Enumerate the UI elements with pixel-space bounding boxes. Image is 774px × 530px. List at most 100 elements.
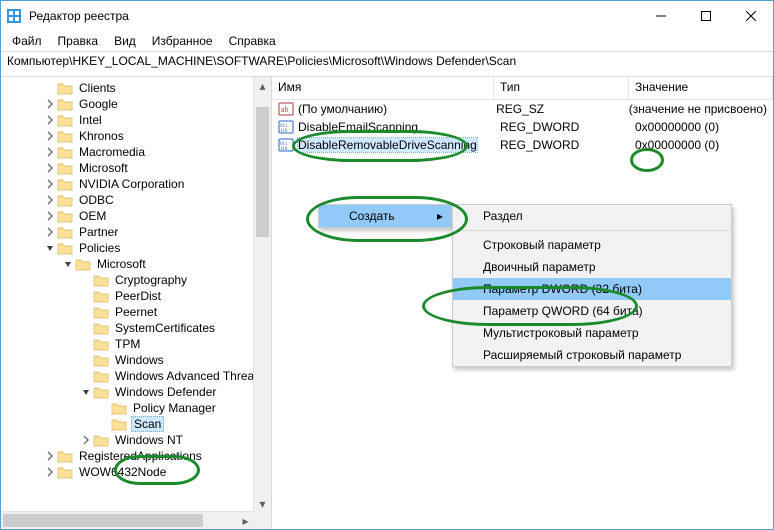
- expand-icon[interactable]: [43, 209, 57, 223]
- list-row[interactable]: ab(По умолчанию)REG_SZ(значение не присв…: [272, 100, 773, 118]
- ctx-item-key[interactable]: Раздел: [453, 205, 731, 227]
- tree-item[interactable]: Windows Advanced Threa: [1, 368, 271, 384]
- tree-item[interactable]: Khronos: [1, 128, 271, 144]
- tree-item[interactable]: Windows: [1, 352, 271, 368]
- tree-item[interactable]: Policy Manager: [1, 400, 271, 416]
- tree-item[interactable]: Clients: [1, 80, 271, 96]
- value-name: DisableEmailScanning: [298, 120, 418, 134]
- folder-icon: [57, 241, 73, 255]
- value-data: 0x00000000 (0): [629, 138, 773, 152]
- ctx-item-create[interactable]: Создать ▸: [319, 205, 451, 227]
- tree-pane[interactable]: ClientsGoogleIntel Khronos Macromedia Micro…: [1, 77, 272, 529]
- tree-item-label: Microsoft: [95, 257, 148, 271]
- col-header-name[interactable]: Имя: [272, 77, 494, 99]
- minimize-button[interactable]: [638, 2, 683, 31]
- tree-spacer: [79, 337, 93, 351]
- menu-file[interactable]: Файл: [5, 33, 49, 49]
- value-type: REG_DWORD: [494, 120, 629, 134]
- col-header-type[interactable]: Тип: [494, 77, 629, 99]
- folder-icon: [57, 449, 73, 463]
- expand-icon[interactable]: [43, 97, 57, 111]
- tree-item[interactable]: Microsoft: [1, 160, 271, 176]
- list-row[interactable]: 011110DisableEmailScanningREG_DWORD0x000…: [272, 118, 773, 136]
- tree-item[interactable]: Intel: [1, 112, 271, 128]
- list-row[interactable]: 011110DisableRemovableDriveScanningREG_D…: [272, 136, 773, 154]
- ctx-item-multistring[interactable]: Мультистроковый параметр: [453, 322, 731, 344]
- ctx-item-expandstring[interactable]: Расширяемый строковый параметр: [453, 344, 731, 366]
- collapse-icon[interactable]: [61, 257, 75, 271]
- expand-icon[interactable]: [43, 177, 57, 191]
- col-header-value[interactable]: Значение: [629, 77, 773, 99]
- expand-icon[interactable]: [43, 465, 57, 479]
- expand-icon[interactable]: [43, 145, 57, 159]
- tree-hscrollbar[interactable]: ◂▸: [1, 511, 254, 529]
- tree-item-label: Windows NT: [113, 433, 185, 447]
- tree-item[interactable]: Windows Defender: [1, 384, 271, 400]
- tree-item[interactable]: SystemCertificates: [1, 320, 271, 336]
- ctx-item-binary[interactable]: Двоичный параметр: [453, 256, 731, 278]
- folder-icon: [93, 369, 109, 383]
- tree-spacer: [79, 273, 93, 287]
- tree-item-label: Macromedia: [77, 145, 147, 159]
- tree-item[interactable]: Macromedia: [1, 144, 271, 160]
- title-bar[interactable]: Редактор реестра: [1, 1, 773, 31]
- binary-value-icon: 011110: [278, 137, 294, 153]
- folder-icon: [57, 161, 73, 175]
- submenu-arrow-icon: ▸: [437, 209, 443, 223]
- tree-item-label: Intel: [77, 113, 104, 127]
- ctx-item-string[interactable]: Строковый параметр: [453, 234, 731, 256]
- tree-item-label: Scan: [131, 416, 164, 432]
- expand-icon[interactable]: [43, 225, 57, 239]
- registry-editor-window: Редактор реестра Файл Правка Вид Избранн…: [0, 0, 774, 530]
- folder-icon: [57, 225, 73, 239]
- tree-item[interactable]: Policies: [1, 240, 271, 256]
- tree-item[interactable]: Microsoft: [1, 256, 271, 272]
- folder-icon: [93, 353, 109, 367]
- scroll-thumb[interactable]: [256, 107, 269, 237]
- expand-icon[interactable]: [43, 113, 57, 127]
- expand-icon[interactable]: [43, 193, 57, 207]
- value-data: (значение не присвоено): [623, 102, 773, 116]
- value-name: DisableRemovableDriveScanning: [298, 138, 477, 152]
- folder-icon: [57, 177, 73, 191]
- tree-item[interactable]: RegisteredApplications: [1, 448, 271, 464]
- tree-item[interactable]: OEM: [1, 208, 271, 224]
- close-button[interactable]: [728, 2, 773, 31]
- tree-item-label: OEM: [77, 209, 108, 223]
- address-bar[interactable]: Компьютер\HKEY_LOCAL_MACHINE\SOFTWARE\Po…: [1, 52, 773, 77]
- tree-item[interactable]: WOW6432Node: [1, 464, 271, 480]
- expand-icon[interactable]: [43, 449, 57, 463]
- maximize-button[interactable]: [683, 2, 728, 31]
- tree-item-label: ODBC: [77, 193, 116, 207]
- ctx-item-qword[interactable]: Параметр QWORD (64 бита): [453, 300, 731, 322]
- tree-item[interactable]: Scan: [1, 416, 271, 432]
- tree-item[interactable]: PeerDist: [1, 288, 271, 304]
- scroll-thumb[interactable]: [3, 514, 203, 527]
- collapse-icon[interactable]: [79, 385, 93, 399]
- tree-item-label: Khronos: [77, 129, 126, 143]
- string-value-icon: ab: [278, 101, 294, 117]
- expand-icon[interactable]: [43, 129, 57, 143]
- tree-item[interactable]: Windows NT: [1, 432, 271, 448]
- tree-item[interactable]: Peernet: [1, 304, 271, 320]
- tree-item[interactable]: TPM: [1, 336, 271, 352]
- list-body[interactable]: ab(По умолчанию)REG_SZ(значение не присв…: [272, 100, 773, 529]
- tree-spacer: [79, 321, 93, 335]
- tree-item-label: Microsoft: [77, 161, 130, 175]
- expand-icon[interactable]: [43, 161, 57, 175]
- menu-view[interactable]: Вид: [107, 33, 143, 49]
- tree-item[interactable]: Google: [1, 96, 271, 112]
- menu-help[interactable]: Справка: [222, 33, 283, 49]
- menu-favorites[interactable]: Избранное: [145, 33, 220, 49]
- tree-spacer: [97, 401, 111, 415]
- ctx-item-dword[interactable]: Параметр DWORD (32 бита): [453, 278, 731, 300]
- collapse-icon[interactable]: [43, 241, 57, 255]
- tree-item[interactable]: Cryptography: [1, 272, 271, 288]
- tree-item[interactable]: NVIDIA Corporation: [1, 176, 271, 192]
- menu-edit[interactable]: Правка: [51, 33, 106, 49]
- tree-vscrollbar[interactable]: ▴▾: [253, 77, 271, 512]
- expand-icon[interactable]: [79, 433, 93, 447]
- tree-item[interactable]: Partner: [1, 224, 271, 240]
- tree-item-label: Policy Manager: [131, 401, 218, 415]
- tree-item[interactable]: ODBC: [1, 192, 271, 208]
